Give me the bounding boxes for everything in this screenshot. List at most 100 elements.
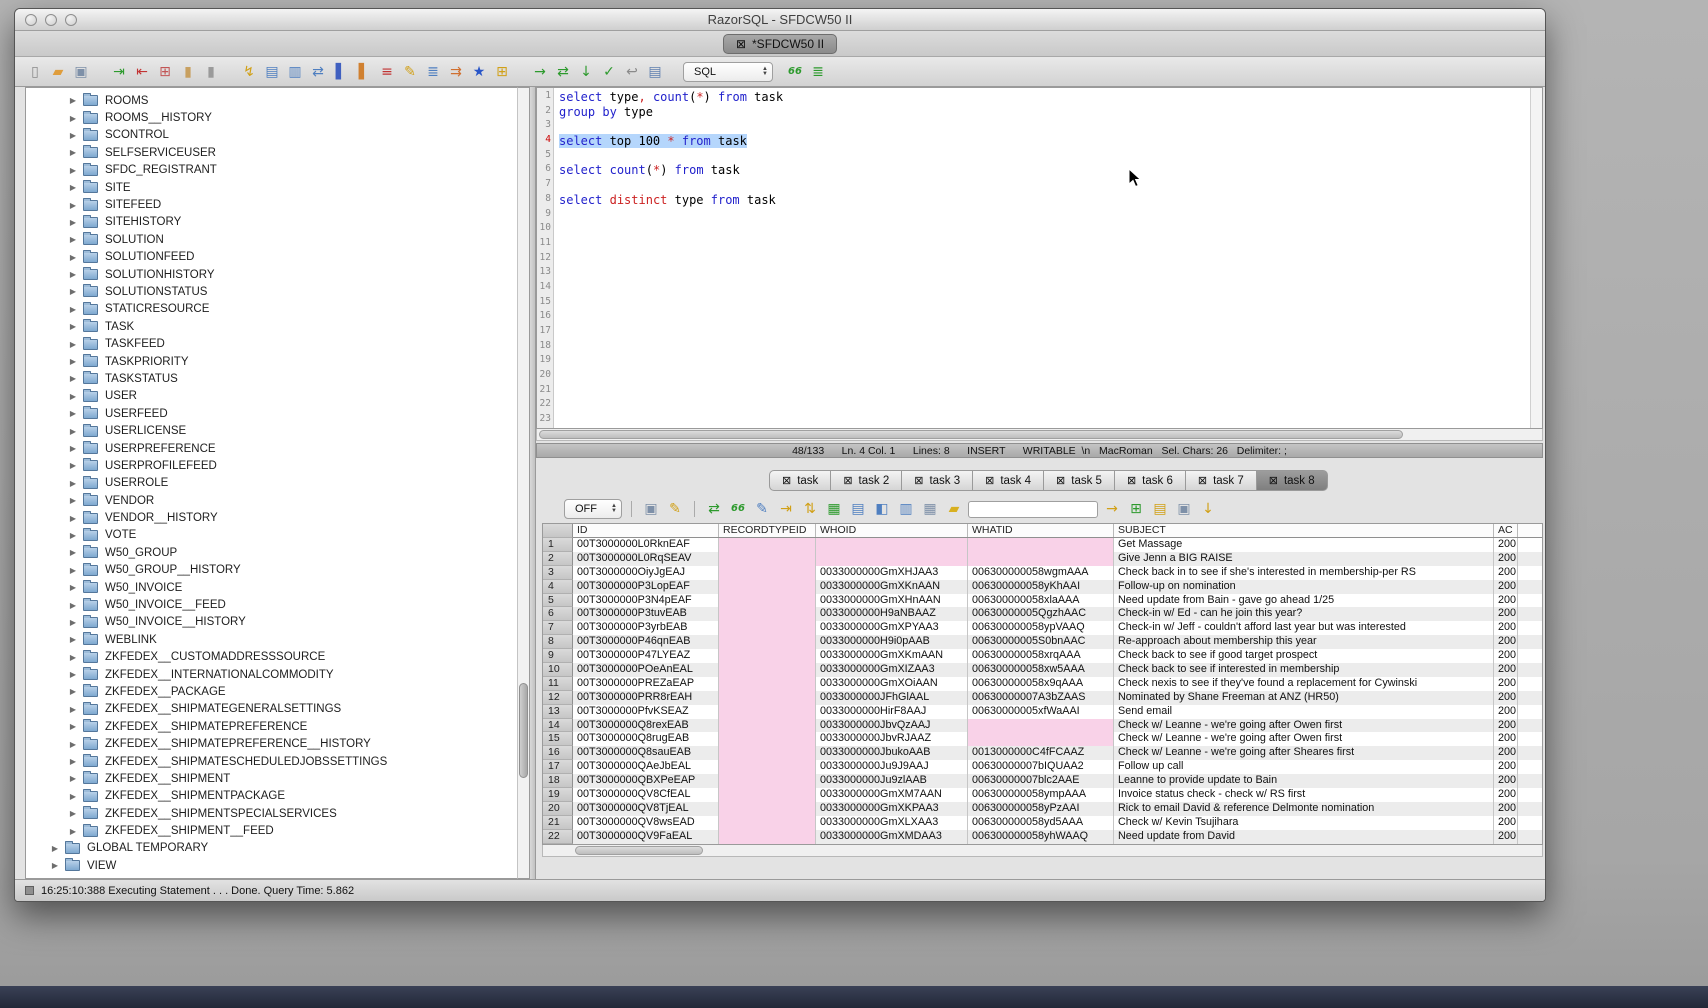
code-line[interactable] [559, 369, 1542, 384]
disclosure-triangle-icon[interactable]: ▶ [68, 374, 78, 383]
sql-code-area[interactable]: select type, count(*) from taskgroup by … [554, 88, 1542, 428]
disclosure-triangle-icon[interactable]: ▶ [68, 479, 78, 488]
cell-whoid[interactable]: 0033000000GmXHnAAN [816, 594, 968, 608]
disclosure-triangle-icon[interactable]: ▶ [68, 531, 78, 540]
disclosure-triangle-icon[interactable]: ▶ [68, 409, 78, 418]
save-icon[interactable]: ▣ [71, 62, 91, 82]
tree-item-w50_invoice[interactable]: ▶W50_INVOICE [26, 579, 517, 596]
cell-whatid[interactable]: 006300000058x9qAAA [968, 677, 1114, 691]
cell-whoid[interactable]: 0033000000JbvRJAAZ [816, 732, 968, 746]
sort-rows-icon[interactable]: ⇅ [800, 499, 820, 519]
cell-recordtypeid[interactable] [719, 635, 816, 649]
close-tab-icon[interactable]: ⊠ [1056, 474, 1065, 487]
cell-id[interactable]: 00T3000000QV8wsEAD [573, 816, 719, 830]
table-row[interactable]: 800T3000000P46qnEAB0033000000H9i0pAAB006… [543, 635, 1542, 649]
cell-whatid[interactable]: 00630000007blc2AAE [968, 774, 1114, 788]
cell-recordtypeid[interactable] [719, 621, 816, 635]
cell-recordtypeid[interactable] [719, 663, 816, 677]
rollback-icon[interactable]: ↩ [622, 62, 642, 82]
disclosure-triangle-icon[interactable]: ▶ [68, 96, 78, 105]
statement-type-select[interactable]: SQL ▲▼ [683, 62, 773, 82]
sidebar-scrollbar-thumb[interactable] [519, 683, 528, 778]
tree-item-zkfedex__shipment__feed[interactable]: ▶ZKFEDEX__SHIPMENT__FEED [26, 822, 517, 839]
auto-lookup-icon[interactable]: 66 [785, 62, 805, 82]
book-orange-icon[interactable]: ▌ [354, 62, 374, 82]
reload-table-icon[interactable]: ▦ [824, 499, 844, 519]
cell-whatid[interactable]: 006300000058ympAAA [968, 788, 1114, 802]
cell-id[interactable]: 00T3000000P47LYEAZ [573, 649, 719, 663]
tree-item-zkfedex__internationalcommodity[interactable]: ▶ZKFEDEX__INTERNATIONALCOMMODITY [26, 666, 517, 683]
row-number-cell[interactable]: 17 [543, 760, 573, 774]
cell-whoid[interactable]: 0033000000GmXOiAAN [816, 677, 968, 691]
cell-recordtypeid[interactable] [719, 538, 816, 552]
notepad-icon[interactable]: ▤ [645, 62, 665, 82]
table-row[interactable]: 500T3000000P3N4pEAF0033000000GmXHnAAN006… [543, 594, 1542, 608]
tree-item-zkfedex__shipmategeneralsettings[interactable]: ▶ZKFEDEX__SHIPMATEGENERALSETTINGS [26, 701, 517, 718]
cell-subject[interactable]: Rick to email David & reference Delmonte… [1114, 802, 1494, 816]
table-row[interactable]: 2000T3000000QV8TjEAL0033000000GmXKPAA300… [543, 802, 1542, 816]
sql-editor[interactable]: 1234567891011121314151617181920212223 se… [536, 87, 1543, 429]
row-number-cell[interactable]: 3 [543, 566, 573, 580]
close-tab-icon[interactable]: ⊠ [1127, 474, 1136, 487]
cell-whatid[interactable]: 00630000007A3bZAAS [968, 691, 1114, 705]
cell-whoid[interactable]: 0033000000Ju9zlAAB [816, 774, 968, 788]
cell-subject[interactable]: Check back to see if good target prospec… [1114, 649, 1494, 663]
cell-whoid[interactable]: 0033000000H9aNBAAZ [816, 607, 968, 621]
cell-whoid[interactable]: 0033000000GmXKmAAN [816, 649, 968, 663]
disclosure-triangle-icon[interactable]: ▶ [68, 827, 78, 836]
disclosure-triangle-icon[interactable]: ▶ [68, 740, 78, 749]
disconnect-icon[interactable]: ⇤ [132, 62, 152, 82]
cell-ac[interactable]: 200 [1494, 705, 1518, 719]
column-header-id[interactable]: ID [573, 524, 719, 537]
list-export-icon[interactable]: ⇉ [446, 62, 466, 82]
result-tab-task-3[interactable]: ⊠task 3 [902, 470, 973, 491]
tree-item-w50_invoice__history[interactable]: ▶W50_INVOICE__HISTORY [26, 614, 517, 631]
cell-id[interactable]: 00T3000000L0RknEAF [573, 538, 719, 552]
cell-id[interactable]: 00T3000000QAeJbEAL [573, 760, 719, 774]
disclosure-triangle-icon[interactable]: ▶ [68, 635, 78, 644]
cell-recordtypeid[interactable] [719, 732, 816, 746]
table-row[interactable]: 300T3000000OiyJgEAJ0033000000GmXHJAA3006… [543, 566, 1542, 580]
table-row[interactable]: 100T3000000L0RknEAFGet Massage200 [543, 538, 1542, 552]
cell-recordtypeid[interactable] [719, 802, 816, 816]
disclosure-triangle-icon[interactable]: ▶ [68, 670, 78, 679]
grid-hscrollbar[interactable] [542, 845, 1543, 857]
cell-whatid[interactable] [968, 732, 1114, 746]
editor-hscrollbar-thumb[interactable] [539, 430, 1403, 439]
cell-ac[interactable]: 200 [1494, 732, 1518, 746]
disclosure-triangle-icon[interactable]: ▶ [68, 166, 78, 175]
cell-ac[interactable]: 200 [1494, 830, 1518, 844]
view-row-icon[interactable]: 66 [728, 499, 748, 519]
cell-ac[interactable]: 200 [1494, 774, 1518, 788]
edit-sql-icon[interactable]: ✎ [665, 499, 685, 519]
execute-lightning-icon[interactable]: ↯ [239, 62, 259, 82]
tree-item-userlicense[interactable]: ▶USERLICENSE [26, 422, 517, 439]
disclosure-triangle-icon[interactable]: ▶ [68, 357, 78, 366]
cell-recordtypeid[interactable] [719, 719, 816, 733]
cell-ac[interactable]: 200 [1494, 816, 1518, 830]
tree-item-solutionfeed[interactable]: ▶SOLUTIONFEED [26, 249, 517, 266]
row-number-cell[interactable]: 4 [543, 580, 573, 594]
disclosure-triangle-icon[interactable]: ▶ [68, 774, 78, 783]
go-forward-icon[interactable]: → [530, 62, 550, 82]
tree-item-staticresource[interactable]: ▶STATICRESOURCE [26, 301, 517, 318]
cell-id[interactable]: 00T3000000P46qnEAB [573, 635, 719, 649]
cell-whatid[interactable]: 006300000058xw5AAA [968, 663, 1114, 677]
copy-results-icon[interactable]: ▥ [896, 499, 916, 519]
cell-whatid[interactable]: 006300000058xrqAAA [968, 649, 1114, 663]
table-row[interactable]: 1800T3000000QBXPeEAP0033000000Ju9zlAAB00… [543, 774, 1542, 788]
disclosure-triangle-icon[interactable]: ▶ [50, 861, 60, 870]
row-number-cell[interactable]: 10 [543, 663, 573, 677]
cell-recordtypeid[interactable] [719, 677, 816, 691]
row-number-cell[interactable]: 18 [543, 774, 573, 788]
connect-icon[interactable]: ⇥ [109, 62, 129, 82]
checklist-icon[interactable]: ▤ [262, 62, 282, 82]
cell-recordtypeid[interactable] [719, 816, 816, 830]
insert-row-icon[interactable]: ⇥ [776, 499, 796, 519]
code-line[interactable]: select distinct type from task [559, 193, 1542, 208]
row-number-cell[interactable]: 13 [543, 705, 573, 719]
cell-whatid[interactable] [968, 719, 1114, 733]
commit-check-icon[interactable]: ✓ [599, 62, 619, 82]
list-sync-icon[interactable]: ≣ [423, 62, 443, 82]
row-number-cell[interactable]: 11 [543, 677, 573, 691]
